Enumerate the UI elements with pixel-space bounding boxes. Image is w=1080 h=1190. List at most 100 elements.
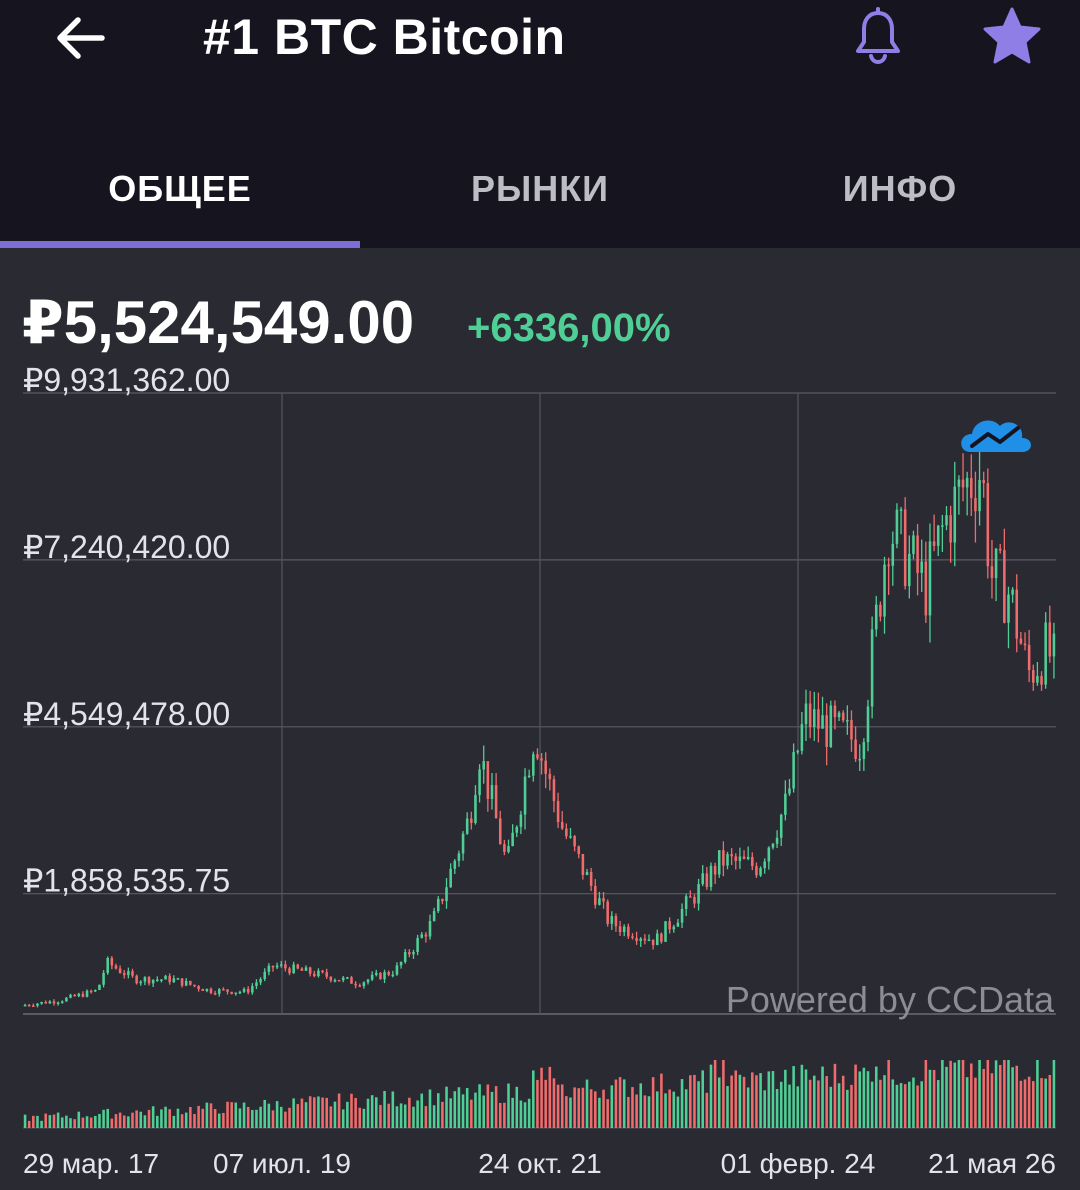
volume-bar bbox=[577, 1088, 581, 1128]
candle-body bbox=[684, 896, 688, 909]
volume-bar bbox=[494, 1086, 498, 1128]
price-alert-button[interactable] bbox=[846, 4, 910, 68]
candle-body bbox=[143, 977, 147, 982]
candle-body bbox=[482, 761, 485, 770]
candle-body bbox=[226, 989, 229, 992]
volume-bar bbox=[602, 1089, 605, 1128]
volume-bar bbox=[60, 1117, 64, 1128]
favorite-button[interactable] bbox=[978, 2, 1046, 70]
candle-body bbox=[680, 908, 684, 923]
candle-body bbox=[89, 990, 93, 993]
volume-bar bbox=[862, 1067, 866, 1128]
candle-body bbox=[1048, 622, 1052, 657]
volume-bar bbox=[395, 1106, 399, 1128]
volume-bar bbox=[998, 1064, 1002, 1128]
tab-markets[interactable]: РЫНКИ bbox=[360, 130, 720, 248]
volume-bar bbox=[945, 1066, 948, 1128]
volume-bar bbox=[846, 1089, 849, 1128]
volume-bar bbox=[1023, 1079, 1027, 1128]
volume-bar bbox=[796, 1086, 800, 1128]
candle-body bbox=[841, 712, 845, 721]
candle-body bbox=[866, 706, 870, 743]
candle-body bbox=[730, 854, 733, 857]
volume-bar bbox=[833, 1063, 837, 1128]
back-button[interactable] bbox=[48, 6, 112, 70]
volume-bar bbox=[44, 1113, 48, 1128]
volume-bar bbox=[304, 1102, 308, 1128]
candle-body bbox=[701, 873, 704, 885]
candle-body bbox=[763, 861, 766, 869]
volume-bar bbox=[751, 1072, 754, 1128]
volume-bar bbox=[296, 1104, 300, 1128]
volume-bar bbox=[544, 1079, 547, 1128]
tab-general[interactable]: ОБЩЕЕ bbox=[0, 130, 360, 248]
candle-body bbox=[122, 973, 126, 976]
volume-bar bbox=[779, 1081, 783, 1128]
candle-body bbox=[461, 833, 465, 854]
candle-body bbox=[655, 933, 659, 946]
candle-body bbox=[490, 785, 494, 799]
volume-bar bbox=[697, 1081, 700, 1128]
candle-body bbox=[457, 853, 461, 861]
volume-bar bbox=[399, 1103, 403, 1128]
candle-body bbox=[503, 844, 506, 852]
candle-body bbox=[201, 989, 205, 991]
x-axis-tick-label: 07 июл. 19 bbox=[213, 1148, 351, 1179]
volume-bar bbox=[164, 1106, 167, 1128]
candle-body bbox=[478, 769, 481, 796]
candle-body bbox=[949, 515, 952, 543]
candle-body bbox=[854, 739, 857, 759]
candle-body bbox=[982, 480, 985, 484]
candle-body bbox=[333, 979, 337, 982]
candle-body bbox=[238, 991, 242, 994]
volume-bar bbox=[267, 1103, 271, 1128]
candle-body bbox=[160, 979, 163, 981]
volume-bar bbox=[965, 1077, 969, 1128]
volume-bar bbox=[899, 1083, 903, 1128]
tab-info[interactable]: ИНФО bbox=[720, 130, 1080, 248]
volume-bar bbox=[317, 1096, 320, 1128]
candle-body bbox=[560, 822, 564, 829]
candle-body bbox=[532, 754, 535, 776]
candle-body bbox=[924, 561, 928, 616]
candle-body bbox=[833, 705, 837, 718]
volume-bar bbox=[122, 1115, 126, 1128]
candle-body bbox=[713, 865, 717, 875]
candle-body bbox=[432, 911, 436, 922]
volume-bar bbox=[176, 1108, 180, 1128]
volume-bar bbox=[705, 1092, 709, 1128]
candle-body bbox=[354, 983, 357, 986]
candle-body bbox=[788, 788, 791, 794]
volume-bar bbox=[986, 1060, 990, 1128]
candle-body bbox=[32, 1005, 35, 1007]
price-chart[interactable]: ₽9,931,362.00 ₽7,240,420.00 ₽4,549,478.00 ₽… bbox=[0, 360, 1080, 1190]
candle-body bbox=[449, 868, 452, 888]
volume-bar bbox=[784, 1069, 787, 1128]
volume-bar bbox=[403, 1104, 407, 1128]
candle-body bbox=[932, 541, 936, 546]
volume-bar bbox=[837, 1083, 841, 1128]
volume-bar bbox=[850, 1084, 853, 1128]
volume-bar bbox=[627, 1096, 630, 1128]
current-price: ₽5,524,549.00 bbox=[22, 289, 415, 356]
candle-body bbox=[994, 548, 998, 579]
volume-bar bbox=[709, 1064, 713, 1128]
y-axis-tick-label: ₽9,931,362.00 bbox=[23, 362, 230, 398]
volume-bar bbox=[854, 1064, 857, 1128]
candle-body bbox=[275, 965, 279, 968]
volume-bar bbox=[1031, 1081, 1035, 1128]
volume-bar bbox=[746, 1087, 750, 1128]
candle-body bbox=[957, 479, 961, 487]
volume-bar bbox=[416, 1100, 419, 1128]
volume-bar bbox=[445, 1086, 448, 1128]
volume-bar bbox=[246, 1106, 250, 1128]
volume-bar bbox=[532, 1070, 535, 1128]
candle-body bbox=[416, 937, 419, 952]
volume-bar bbox=[912, 1077, 915, 1128]
candle-body bbox=[643, 938, 647, 941]
volume-bar bbox=[255, 1109, 258, 1128]
star-icon bbox=[983, 7, 1041, 64]
candle-body bbox=[594, 885, 597, 905]
candle-body bbox=[784, 793, 787, 815]
candle-body bbox=[412, 951, 415, 955]
